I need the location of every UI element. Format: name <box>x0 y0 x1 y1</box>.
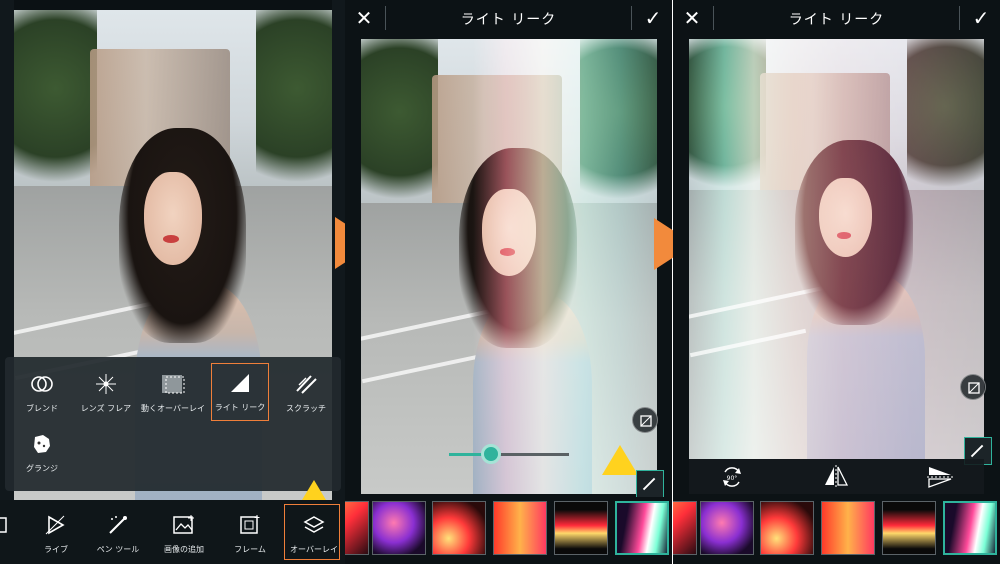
screen-title: ライト リーク <box>788 12 885 28</box>
light-leak-overlay <box>473 39 657 494</box>
light-leak-thumbnails <box>345 497 672 559</box>
tutorial-screenshot: ブレンド レンズ フレア 動くオーバーレイ ライト リーク スクラッチ グランジ… <box>0 0 1000 564</box>
brush-button[interactable] <box>636 470 664 498</box>
rotate-90-button[interactable]: 90° <box>717 463 747 491</box>
tool-light-leak[interactable]: ライト リーク <box>211 363 269 421</box>
nav-item-add-image[interactable]: 画像の追加 <box>154 500 214 564</box>
apply-button[interactable]: ✓ <box>642 7 664 29</box>
opacity-slider[interactable] <box>449 444 569 464</box>
flip-horizontal-button[interactable] <box>821 463 851 491</box>
editor-panel-light-leak-transform: ✕ ライト リーク ✓ 90° <box>673 0 1000 564</box>
blend-icon <box>31 376 53 392</box>
live-icon <box>45 515 65 535</box>
scratch-icon <box>296 375 317 394</box>
tool-label: スクラッチ <box>286 404 326 413</box>
thumbnail-selected[interactable] <box>615 501 669 555</box>
nav-item-live[interactable]: ライブ <box>26 500 86 564</box>
apply-button[interactable]: ✓ <box>970 7 992 29</box>
check-icon: ✓ <box>644 6 662 30</box>
thumbnail[interactable] <box>493 501 547 555</box>
editor-panel-overlay-menu: ブレンド レンズ フレア 動くオーバーレイ ライト リーク スクラッチ グランジ… <box>0 0 345 564</box>
light-leak-thumbnails <box>673 497 1000 559</box>
editor-panel-light-leak: ✕ ライト リーク ✓ <box>345 0 672 564</box>
thumbnail[interactable] <box>760 501 814 555</box>
top-bar: ✕ ライト リーク ✓ <box>673 0 1000 36</box>
tool-label: ブレンド <box>26 404 58 413</box>
thumbnail[interactable] <box>673 501 697 555</box>
close-icon: ✕ <box>355 6 373 30</box>
bottom-toolbar: ー ライブ ペン ツール <box>0 500 345 564</box>
thumbnail[interactable] <box>700 501 754 555</box>
partial-icon <box>0 517 7 533</box>
flip-vertical-icon <box>927 467 953 488</box>
svg-text:90°: 90° <box>727 475 738 482</box>
tool-moving-overlay[interactable]: 動くオーバーレイ <box>141 365 205 421</box>
tool-blend[interactable]: ブレンド <box>13 365 71 421</box>
tool-scratch[interactable]: スクラッチ <box>277 365 335 421</box>
tool-label: 動くオーバーレイ <box>141 404 205 413</box>
close-icon: ✕ <box>683 6 701 30</box>
flip-vertical-button[interactable] <box>925 463 955 491</box>
transform-actions: 90° <box>689 459 984 494</box>
rotate-90-icon: 90° <box>723 467 741 487</box>
eraser-button[interactable] <box>960 374 986 400</box>
nav-label: 画像の追加 <box>164 545 204 554</box>
pointer-triangle <box>602 445 638 475</box>
tool-grunge[interactable]: グランジ <box>13 425 71 481</box>
nav-label: ライブ <box>44 545 68 554</box>
slider-handle[interactable] <box>481 444 501 464</box>
frame-icon <box>240 515 260 534</box>
nav-item-frame[interactable]: フレーム <box>220 500 280 564</box>
lens-flare-icon <box>96 374 116 394</box>
photo-canvas[interactable] <box>689 39 984 459</box>
eraser-icon <box>968 382 980 394</box>
nav-item-pen-tool[interactable]: ペン ツール <box>88 500 148 564</box>
screen-title: ライト リーク <box>460 12 557 28</box>
top-bar: ✕ ライト リーク ✓ <box>345 0 672 36</box>
thumbnail[interactable] <box>821 501 875 555</box>
eraser-button[interactable] <box>632 407 658 433</box>
photo-canvas[interactable] <box>361 39 657 494</box>
add-image-icon <box>173 515 194 534</box>
nav-label: ペン ツール <box>96 545 140 554</box>
close-button[interactable]: ✕ <box>681 7 703 29</box>
pencil-icon <box>642 477 656 491</box>
nav-label: オーバーレイ <box>290 545 338 554</box>
nav-label: フレーム <box>234 545 266 554</box>
thumbnail[interactable] <box>882 501 936 555</box>
thumbnail[interactable] <box>554 501 608 555</box>
check-icon: ✓ <box>972 6 990 30</box>
overlay-icon <box>303 516 325 533</box>
tool-label: グランジ <box>26 464 58 473</box>
thumbnail[interactable] <box>432 501 486 555</box>
status-strip <box>14 0 332 10</box>
nav-item-overlay[interactable]: オーバーレイ <box>284 500 344 564</box>
thumbnail-selected[interactable] <box>943 501 997 555</box>
tool-label: ライト リーク <box>214 403 266 412</box>
light-leak-overlay <box>689 39 984 459</box>
eraser-icon <box>640 415 652 427</box>
grunge-icon <box>34 435 50 453</box>
thumbnail[interactable] <box>345 501 369 555</box>
thumbnail[interactable] <box>372 501 426 555</box>
light-leak-icon <box>231 374 249 392</box>
tool-lens-flare[interactable]: レンズ フレア <box>77 365 135 421</box>
moving-overlay-icon <box>162 375 185 394</box>
tool-label: レンズ フレア <box>80 404 132 413</box>
flip-horizontal-icon <box>825 465 849 488</box>
overlay-tools-tray: ブレンド レンズ フレア 動くオーバーレイ ライト リーク スクラッチ グランジ <box>5 357 341 491</box>
close-button[interactable]: ✕ <box>353 7 375 29</box>
pen-tool-icon <box>109 516 127 534</box>
